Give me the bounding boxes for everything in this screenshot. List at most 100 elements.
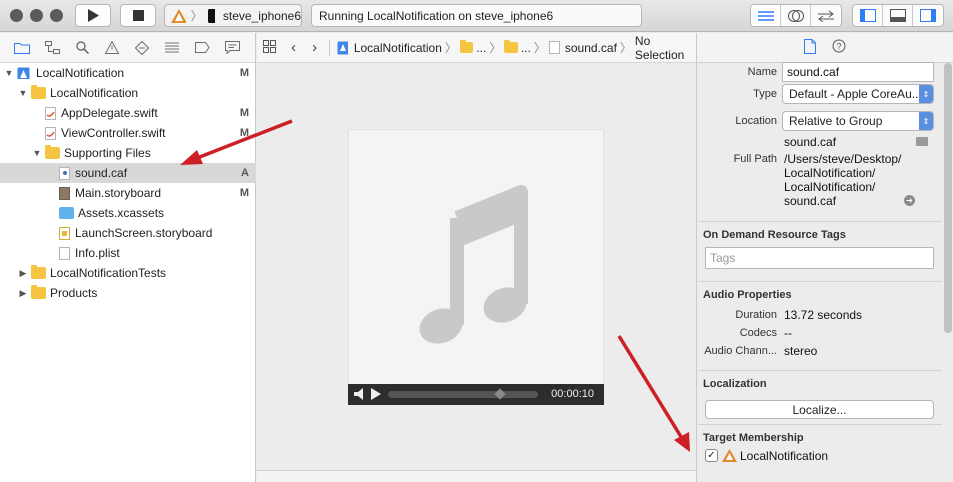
close-window-button[interactable] [10, 9, 23, 22]
scrubber-knob[interactable] [494, 388, 506, 400]
localization-title: Localization [698, 370, 942, 397]
help-icon[interactable]: ? [832, 39, 846, 56]
breadcrumb-group[interactable]: ... [476, 41, 486, 55]
tree-item-viewcontroller[interactable]: ViewController.swift M [0, 123, 256, 143]
disclosure-closed-icon[interactable]: ▶ [18, 288, 28, 299]
duration-value: 13.72 seconds [784, 308, 863, 322]
volume-icon[interactable] [354, 388, 366, 403]
activity-status: Running LocalNotification on steve_iphon… [311, 4, 642, 27]
status-badge: M [239, 127, 249, 139]
forward-arrow-icon[interactable]: › [312, 39, 317, 56]
tree-item-label: LocalNotificationTests [50, 266, 167, 280]
tree-item-appdelegate[interactable]: AppDelegate.swift M [0, 103, 256, 123]
circles-icon [787, 9, 804, 22]
search-icon[interactable] [72, 38, 92, 58]
project-navigator: ▼ LocalNotification M ▼ LocalNotificatio… [0, 33, 256, 482]
tree-item-label: sound.caf [75, 166, 128, 180]
tree-item-label: LocalNotification [50, 86, 139, 100]
tree-item-main-storyboard[interactable]: Main.storyboard M [0, 183, 256, 203]
folder-reveal-icon[interactable] [916, 137, 928, 146]
iphone-icon [207, 8, 215, 23]
breakpoint-icon[interactable] [192, 38, 212, 58]
tree-item-products[interactable]: ▶ Products [0, 283, 256, 303]
panel-toggle-segment [852, 4, 944, 27]
scrubber-track[interactable] [388, 388, 538, 400]
back-arrow-icon[interactable]: ‹ [291, 39, 296, 56]
folder-icon[interactable] [12, 38, 32, 58]
editor-bottom-bar [257, 470, 696, 482]
tree-item-supporting-files[interactable]: ▼ Supporting Files [0, 143, 256, 163]
tree-item-project[interactable]: ▼ LocalNotification M [0, 63, 256, 83]
stop-button[interactable] [120, 4, 156, 27]
assistant-editor-button[interactable] [781, 5, 811, 26]
folder-icon [45, 145, 60, 159]
disclosure-open-icon[interactable]: ▼ [18, 88, 28, 98]
location-popup[interactable]: Relative to Group ⇕ [782, 111, 934, 131]
play-icon[interactable] [371, 388, 381, 403]
disclosure-open-icon[interactable]: ▼ [4, 68, 14, 78]
inspector-scrollbar[interactable] [944, 63, 952, 333]
playback-time: 00:00:10 [551, 388, 594, 400]
toggle-navigator-button[interactable] [853, 5, 883, 26]
left-panel-icon [859, 9, 876, 22]
tree-item-label: Supporting Files [64, 146, 151, 160]
localize-button[interactable]: Localize... [705, 400, 934, 419]
minimize-window-button[interactable] [30, 9, 43, 22]
scheme-selector[interactable]: 〉 steve_iphone6 [164, 4, 302, 27]
toggle-debug-area-button[interactable] [883, 5, 913, 26]
run-button[interactable] [75, 4, 111, 27]
tree-item-sound-caf[interactable]: sound.caf A [0, 163, 256, 183]
version-editor-button[interactable] [811, 5, 841, 26]
bottom-panel-icon [889, 9, 906, 22]
breadcrumb-subgroup[interactable]: ... [521, 41, 531, 55]
xcode-project-icon [17, 67, 30, 79]
popup-arrows-icon: ⇕ [919, 112, 933, 130]
breadcrumb-file[interactable]: sound.caf [565, 41, 617, 55]
status-badge: M [239, 107, 249, 119]
tags-input[interactable]: Tags [705, 247, 934, 269]
tree-item-tests[interactable]: ▶ LocalNotificationTests [0, 263, 256, 283]
full-path-line: sound.caf [784, 194, 837, 208]
duration-label: Duration [735, 309, 777, 321]
audio-channels-value: stereo [784, 344, 818, 358]
file-inspector-icon[interactable] [804, 38, 816, 57]
target-checkbox[interactable]: ✓ [705, 449, 718, 462]
status-badge: A [241, 167, 249, 179]
zoom-window-button[interactable] [50, 9, 63, 22]
tree-item-launchscreen[interactable]: LaunchScreen.storyboard [0, 223, 256, 243]
disclosure-closed-icon[interactable]: ▶ [18, 268, 28, 279]
tree-item-assets[interactable]: Assets.xcassets [0, 203, 256, 223]
test-diamond-icon[interactable] [132, 38, 152, 58]
tree-item-info-plist[interactable]: Info.plist [0, 243, 256, 263]
tree-item-label: LocalNotification [36, 66, 125, 80]
full-path-line: LocalNotification/ [784, 166, 876, 180]
type-popup-value: Default - Apple CoreAu... [789, 87, 922, 101]
chevron-right-icon: 〉 [190, 9, 203, 23]
hierarchy-icon[interactable] [42, 38, 62, 58]
play-icon [88, 9, 99, 22]
music-note-icon [419, 185, 528, 344]
stop-icon [132, 10, 144, 21]
disclosure-open-icon[interactable]: ▼ [32, 148, 42, 158]
tree-item-label: AppDelegate.swift [61, 106, 158, 120]
toggle-utilities-button[interactable] [913, 5, 943, 26]
breadcrumb-project[interactable]: LocalNotification [354, 41, 442, 55]
tree-item-label: Assets.xcassets [78, 206, 165, 220]
report-bubble-icon[interactable] [222, 38, 242, 58]
breadcrumb-selection[interactable]: No Selection [635, 34, 696, 62]
tree-item-label: Products [50, 286, 98, 300]
standard-editor-button[interactable] [751, 5, 781, 26]
related-items-icon[interactable] [263, 39, 279, 56]
type-popup[interactable]: Default - Apple CoreAu... ⇕ [782, 84, 934, 104]
full-path-line: LocalNotification/ [784, 180, 876, 194]
name-field[interactable]: sound.caf [782, 62, 934, 82]
audio-artwork [348, 129, 604, 385]
tree-item-group-localnotification[interactable]: ▼ LocalNotification [0, 83, 256, 103]
debug-lines-icon[interactable] [162, 38, 182, 58]
reveal-arrow-icon[interactable]: ➜ [904, 195, 915, 206]
swift-file-icon [45, 126, 56, 140]
codecs-value: -- [784, 326, 792, 340]
folder-icon [31, 265, 46, 279]
warning-icon[interactable] [102, 38, 122, 58]
audio-properties-title: Audio Properties [698, 281, 942, 308]
